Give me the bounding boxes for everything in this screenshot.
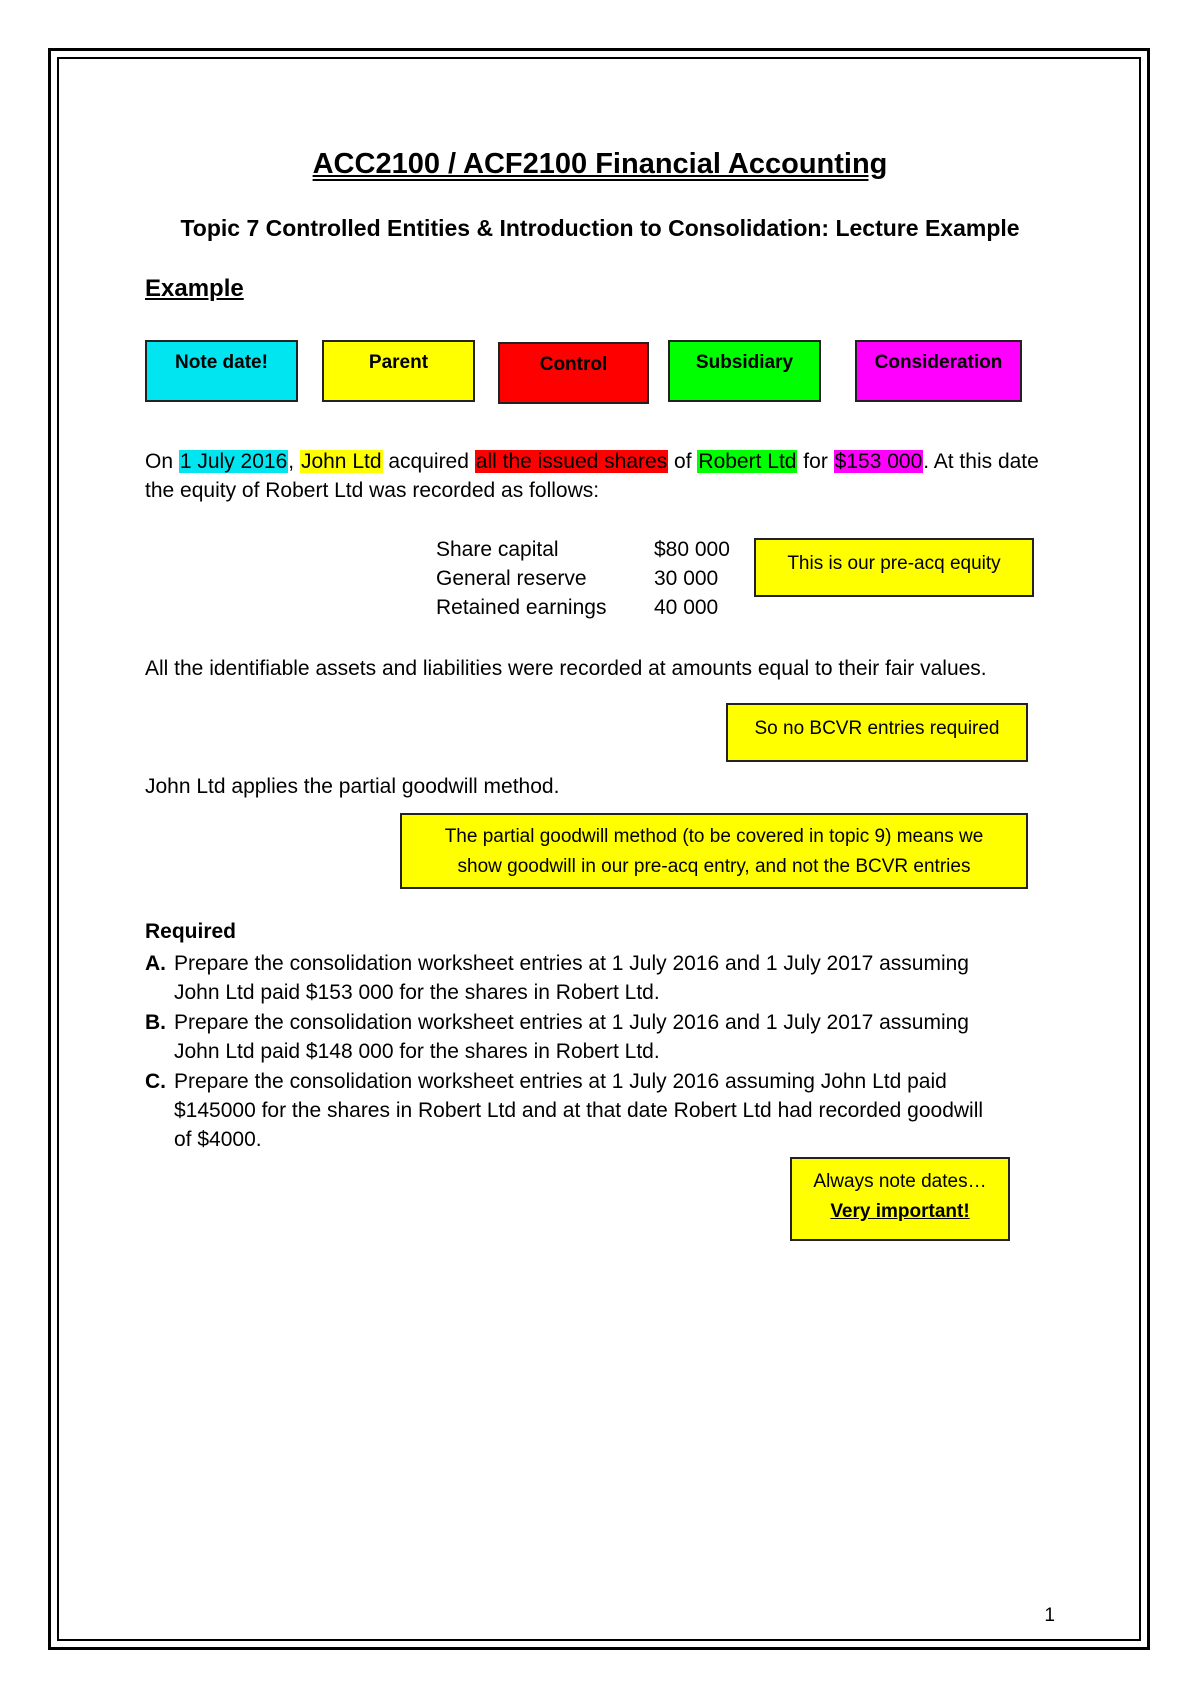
document-subtitle: Topic 7 Controlled Entities & Introducti…	[180, 215, 1020, 241]
fair-value-paragraph: All the identifiable assets and liabilit…	[145, 657, 987, 680]
legend-tag-parent: Parent	[322, 340, 475, 402]
item-letter: A.	[145, 952, 166, 975]
required-item-a: A. Prepare the consolidation worksheet e…	[145, 949, 1045, 1007]
equity-row: Share capital $80 000	[436, 535, 730, 564]
item-text: John Ltd paid $148 000 for the shares in…	[174, 1040, 660, 1063]
legend-tag-control: Control	[498, 342, 649, 404]
note-line: show goodwill in our pre-acq entry, and …	[457, 856, 971, 877]
equity-amount: 40 000	[654, 596, 719, 619]
note-line-emphasis: Very important!	[830, 1201, 970, 1222]
document-title: ACC2100 / ACF2100 Financial Accounting	[312, 148, 888, 180]
required-item-c: C. Prepare the consolidation worksheet e…	[145, 1067, 1045, 1154]
highlight-control: all the issued shares	[474, 450, 669, 473]
item-letter: C.	[145, 1070, 166, 1093]
text: for	[797, 450, 834, 473]
highlight-parent: John Ltd	[299, 450, 383, 473]
note-line: The partial goodwill method (to be cover…	[444, 826, 984, 847]
note-dates-important: Always note dates… Very important!	[790, 1157, 1010, 1241]
equity-item: Share capital	[436, 538, 559, 561]
equity-item: Retained earnings	[436, 596, 607, 619]
intro-paragraph: On 1 July 2016, John Ltd acquired all th…	[145, 447, 1065, 505]
item-text: Prepare the consolidation worksheet entr…	[174, 952, 969, 975]
item-text: Prepare the consolidation worksheet entr…	[174, 1070, 947, 1093]
text: On	[145, 450, 179, 473]
note-no-bcvr: So no BCVR entries required	[726, 703, 1028, 762]
legend-tag-subsidiary: Subsidiary	[668, 340, 821, 402]
equity-table: Share capital $80 000 General reserve 30 0…	[436, 535, 730, 622]
legend-tag-note-date: Note date!	[145, 340, 298, 402]
item-text: of $4000.	[174, 1128, 262, 1151]
highlight-subsidiary: Robert Ltd	[697, 450, 798, 473]
equity-row: General reserve 30 000	[436, 564, 730, 593]
item-letter: B.	[145, 1011, 166, 1034]
note-partial-goodwill: The partial goodwill method (to be cover…	[400, 813, 1028, 889]
legend-tag-consideration: Consideration	[855, 340, 1022, 402]
highlight-consideration: $153 000	[833, 450, 924, 473]
item-text: John Ltd paid $153 000 for the shares in…	[174, 981, 660, 1004]
equity-item: General reserve	[436, 567, 587, 590]
text: . At this date	[923, 450, 1039, 473]
highlight-date: 1 July 2016	[178, 450, 289, 473]
text: the equity of Robert Ltd was recorded as…	[145, 479, 600, 502]
text: ,	[288, 450, 300, 473]
equity-amount: $80 000	[654, 538, 730, 561]
item-text: Prepare the consolidation worksheet entr…	[174, 1011, 969, 1034]
item-text: $145000 for the shares in Robert Ltd and…	[174, 1099, 984, 1122]
note-pre-acq-equity: This is our pre-acq equity	[754, 538, 1034, 597]
section-heading: Example	[145, 275, 244, 302]
text: of	[668, 450, 698, 473]
required-item-b: B. Prepare the consolidation worksheet e…	[145, 1008, 1045, 1066]
equity-amount: 30 000	[654, 567, 719, 590]
page-number: 1	[1044, 1605, 1055, 1626]
text: acquired	[382, 450, 475, 473]
equity-row: Retained earnings 40 000	[436, 593, 730, 622]
required-heading: Required	[145, 920, 237, 943]
partial-goodwill-paragraph: John Ltd applies the partial goodwill me…	[145, 775, 560, 798]
note-line: Always note dates…	[813, 1171, 987, 1192]
